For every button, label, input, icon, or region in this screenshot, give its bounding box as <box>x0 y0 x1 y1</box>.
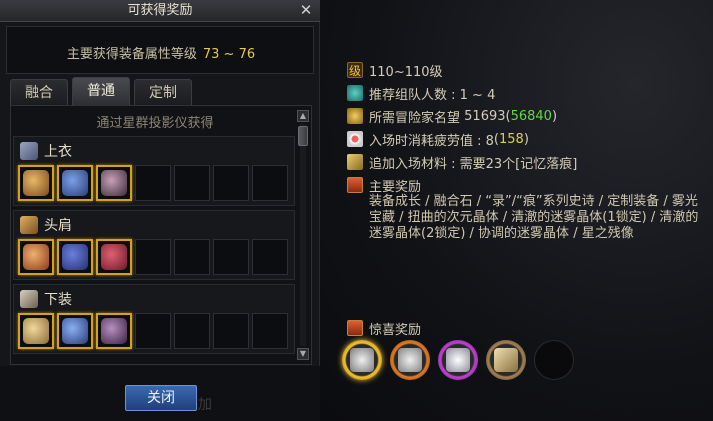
surprise-reward-empty <box>534 340 574 380</box>
equip-group-pants: 下装 <box>13 284 295 354</box>
popup-title: 可获得奖励 ✕ <box>0 0 320 22</box>
shirt-icon <box>20 142 38 160</box>
equip-group-top: 上衣 <box>13 136 295 206</box>
group-title-text: 上衣 <box>44 144 72 160</box>
key-icon <box>347 154 363 170</box>
pants-icon <box>20 290 38 308</box>
level-range-value: 73 ~ 76 <box>202 47 256 62</box>
level-icon: 级 <box>347 62 363 78</box>
level-range-label: 主要获得装备属性等级 <box>66 47 197 62</box>
item-slot[interactable] <box>18 313 54 349</box>
diamond-icon <box>398 348 422 372</box>
empty-slot <box>213 165 249 201</box>
item-slot[interactable] <box>96 165 132 201</box>
scroll-track[interactable] <box>300 124 306 346</box>
fame-icon <box>347 108 363 124</box>
list-scrollbar[interactable]: ▲ ▼ <box>297 110 309 360</box>
empty-slot <box>213 313 249 349</box>
diamond-icon <box>446 348 470 372</box>
party-row: 推荐组队人数 : 1 ~ 4 <box>347 83 495 103</box>
main-rewards-title-row: 主要奖励 <box>347 175 421 195</box>
chest-icon <box>347 177 363 193</box>
fame-current: 56840 <box>510 108 552 124</box>
chest-icon <box>347 320 363 336</box>
fatigue-label: 入场时消耗疲劳值 : 8 <box>369 133 494 149</box>
level-range-row: 主要获得装备属性等级 73 ~ 76 <box>7 43 315 62</box>
list-header: 通过星群投影仪获得 <box>96 116 214 131</box>
item-slot[interactable] <box>57 313 93 349</box>
group-title-text: 下装 <box>44 292 72 308</box>
popup-title-text: 可获得奖励 <box>127 3 193 18</box>
slot-row <box>18 239 288 275</box>
surprise-title-row: 惊喜奖励 <box>347 318 421 338</box>
close-icon[interactable]: ✕ <box>298 2 314 18</box>
slot-row <box>18 313 288 349</box>
fame-row: 所需冒险家名望 51693(56840) <box>347 106 557 126</box>
main-rewards-title: 主要奖励 <box>369 179 422 195</box>
group-title: 上衣 <box>20 141 72 161</box>
scroll-up-icon[interactable]: ▲ <box>297 110 309 122</box>
item-slot[interactable] <box>96 313 132 349</box>
group-title: 下装 <box>20 289 72 309</box>
empty-slot <box>174 239 210 275</box>
surprise-rewards-title: 惊喜奖励 <box>369 322 422 338</box>
dungeon-info-panel: 级 110~110级 推荐组队人数 : 1 ~ 4 所需冒险家名望 51693(… <box>320 0 713 421</box>
shoulder-icon <box>20 216 38 234</box>
empty-slot <box>252 239 288 275</box>
empty-slot <box>135 239 171 275</box>
group-title-text: 头肩 <box>44 218 72 234</box>
material-row: 追加入场材料 : 需要23个[记忆落痕] <box>347 152 577 172</box>
empty-slot <box>252 313 288 349</box>
empty-slot <box>252 165 288 201</box>
tab-custom[interactable]: 定制 <box>134 79 192 105</box>
item-slot[interactable] <box>96 239 132 275</box>
diamond-icon <box>350 348 374 372</box>
scroll-thumb[interactable] <box>298 126 308 146</box>
empty-slot <box>174 165 210 201</box>
surprise-reward-scroll[interactable] <box>486 340 526 380</box>
party-icon <box>347 85 363 101</box>
item-slot[interactable] <box>57 165 93 201</box>
empty-slot <box>174 313 210 349</box>
party-size-text: 推荐组队人数 : 1 ~ 4 <box>369 87 496 103</box>
empty-slot <box>213 239 249 275</box>
material-text: 追加入场材料 : 需要23个[记忆落痕] <box>369 156 578 172</box>
level-row: 级 110~110级 <box>347 60 443 80</box>
scroll-down-icon[interactable]: ▼ <box>297 348 309 360</box>
equip-group-shoulder: 头肩 <box>13 210 295 280</box>
surprise-reward-diamond-gold[interactable] <box>342 340 382 380</box>
item-slot[interactable] <box>57 239 93 275</box>
level-range-box: 主要获得装备属性等级 73 ~ 76 <box>6 26 314 74</box>
reward-list-panel: 通过星群投影仪获得 上衣 头肩 下装 ▲ ▼ <box>10 105 312 365</box>
slot-row <box>18 165 288 201</box>
fatigue-current: 158 <box>499 131 524 147</box>
tab-normal[interactable]: 普通 <box>72 77 130 105</box>
level-value: 110~110级 <box>369 64 443 80</box>
fame-required: 51693 <box>464 108 506 124</box>
rewards-popup: 可获得奖励 ✕ 主要获得装备属性等级 73 ~ 76 融合 普通 定制 通过星群投… <box>0 0 320 421</box>
fame-label: 所需冒险家名望 <box>369 110 461 126</box>
empty-slot <box>135 313 171 349</box>
empty-slot <box>135 165 171 201</box>
scroll-icon <box>494 348 518 372</box>
item-slot[interactable] <box>18 239 54 275</box>
close-button[interactable]: 关闭 <box>125 385 197 411</box>
fatigue-row: 入场时消耗疲劳值 : 8(158) <box>347 129 529 149</box>
fatigue-icon <box>347 131 363 147</box>
tab-fusion[interactable]: 融合 <box>10 79 68 105</box>
background-text: 加 <box>198 397 212 413</box>
surprise-rewards-row <box>342 340 574 380</box>
surprise-reward-diamond-purple[interactable] <box>438 340 478 380</box>
surprise-reward-diamond-orange[interactable] <box>390 340 430 380</box>
group-title: 头肩 <box>20 215 72 235</box>
item-slot[interactable] <box>18 165 54 201</box>
main-rewards-list: 装备成长 / 融合石 / “录”/“痕”系列史诗 / 定制装备 / 雾光宝藏 /… <box>369 194 699 241</box>
